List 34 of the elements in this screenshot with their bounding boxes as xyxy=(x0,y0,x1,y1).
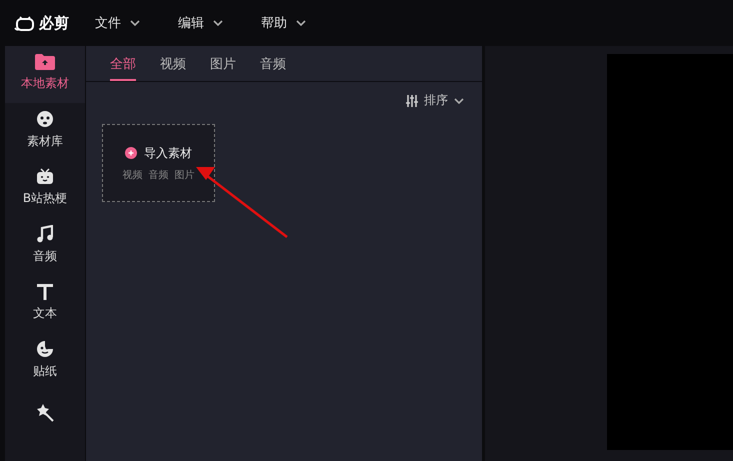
text-icon xyxy=(37,282,53,300)
import-label: 导入素材 xyxy=(144,144,192,162)
menu-item[interactable]: 文件 xyxy=(95,10,140,36)
menu-item[interactable]: 编辑 xyxy=(178,10,223,36)
music-note-icon xyxy=(37,224,53,243)
sidebar-item[interactable]: 音频 xyxy=(5,218,85,276)
sort-button[interactable]: 排序 xyxy=(400,91,470,110)
tab[interactable]: 全部 xyxy=(102,46,144,81)
sidebar-item[interactable]: 贴纸 xyxy=(5,332,85,390)
sticker-icon xyxy=(36,340,54,358)
caret-icon xyxy=(454,98,464,104)
face-icon xyxy=(36,110,54,128)
app-name: 必剪 xyxy=(39,14,69,32)
caret-icon xyxy=(130,20,140,26)
plus-circle-icon xyxy=(125,147,137,159)
sidebar-item[interactable]: 素材库 xyxy=(5,103,85,161)
tab[interactable]: 视频 xyxy=(152,46,194,81)
tab[interactable]: 图片 xyxy=(202,46,244,81)
tab[interactable]: 音频 xyxy=(252,46,294,81)
folder-upload-icon xyxy=(35,54,55,70)
sidebar-item[interactable]: B站热梗 xyxy=(5,160,85,218)
import-card[interactable]: 导入素材 视频 音频 图片 xyxy=(102,124,215,202)
media-type-label: 音频 xyxy=(148,168,168,182)
media-type-label: 图片 xyxy=(174,168,194,182)
menu-item[interactable]: 帮助 xyxy=(261,10,306,36)
caret-icon xyxy=(213,20,223,26)
logo-icon xyxy=(14,14,36,32)
sidebar-item[interactable]: 本地素材 xyxy=(5,46,85,104)
media-type-label: 视频 xyxy=(122,168,142,182)
magic-wand-icon xyxy=(36,404,54,422)
tv-face-icon xyxy=(36,168,54,186)
sidebar-item[interactable]: 文本 xyxy=(5,275,85,332)
sliders-icon xyxy=(406,94,418,106)
caret-icon xyxy=(296,20,306,26)
